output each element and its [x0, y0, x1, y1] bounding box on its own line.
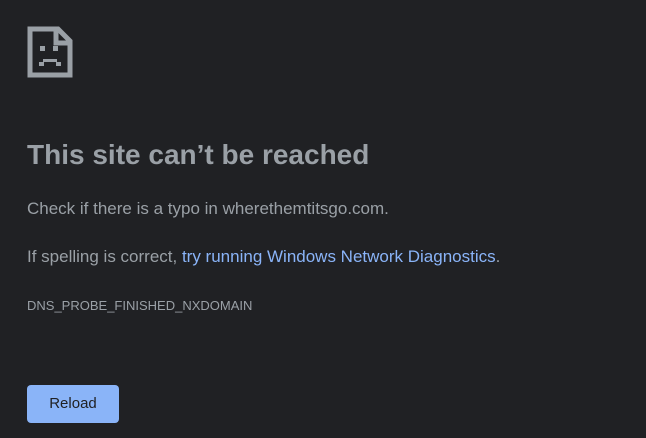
- error-code: DNS_PROBE_FINISHED_NXDOMAIN: [27, 298, 253, 313]
- error-page: This site can’t be reached Check if ther…: [0, 0, 646, 438]
- diagnostics-suggestion: If spelling is correct, try running Wind…: [27, 245, 500, 269]
- network-diagnostics-link[interactable]: try running Windows Network Diagnostics: [182, 247, 496, 266]
- spelling-prefix: If spelling is correct,: [27, 247, 182, 266]
- domain-name: wherethemtitsgo.com: [222, 199, 385, 218]
- spelling-suffix: .: [495, 247, 501, 266]
- page-title: This site can’t be reached: [27, 139, 370, 170]
- typo-suggestion: Check if there is a typo in wherethemtit…: [27, 197, 389, 221]
- sad-page-icon: [27, 26, 73, 78]
- typo-suffix: .: [384, 199, 389, 218]
- typo-prefix: Check if there is a typo in: [27, 199, 223, 218]
- reload-button[interactable]: Reload: [27, 385, 119, 423]
